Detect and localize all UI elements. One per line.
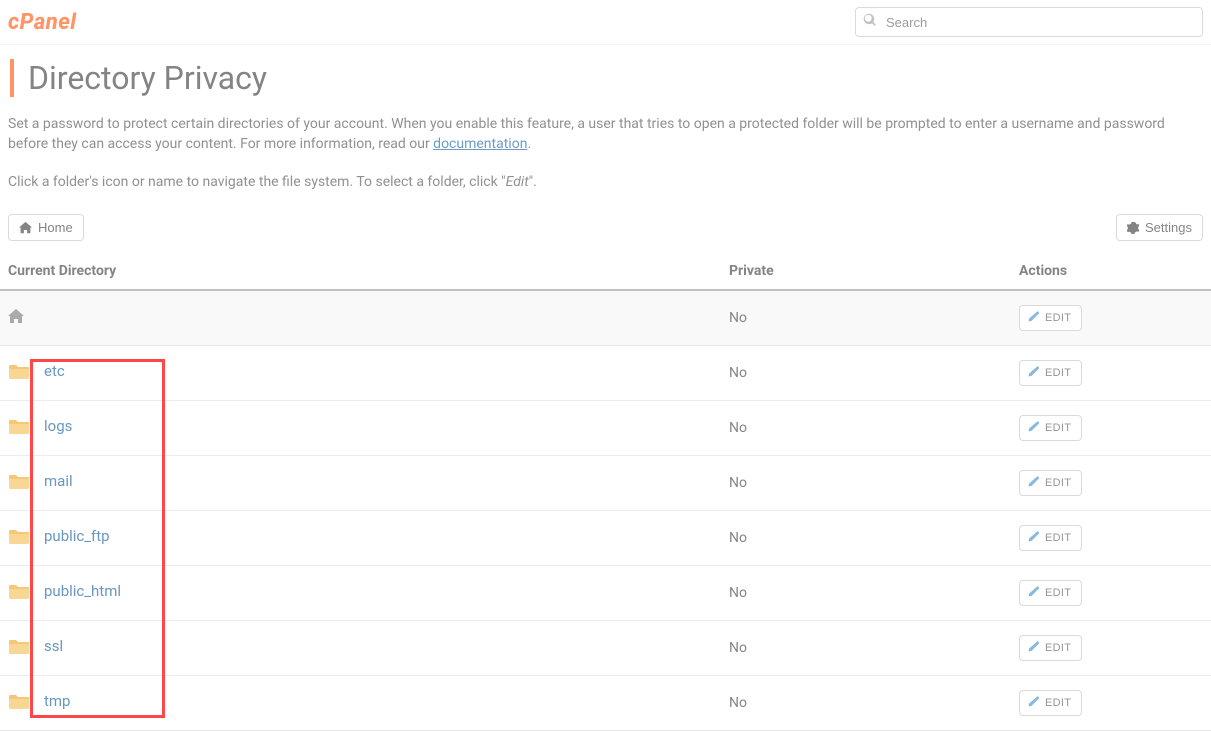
home-icon xyxy=(19,221,32,234)
folder-icon xyxy=(8,582,30,600)
pencil-icon xyxy=(1028,476,1039,490)
folder-icon xyxy=(8,692,30,710)
page-title: Directory Privacy xyxy=(10,59,1203,97)
edit-button-label: EDIT xyxy=(1045,532,1071,544)
desc-text-edit: Edit xyxy=(506,174,529,190)
home-button-label: Home xyxy=(38,220,73,235)
documentation-link[interactable]: documentation xyxy=(433,136,527,152)
table-row: public_ftp No EDIT xyxy=(0,511,1211,566)
edit-button-label: EDIT xyxy=(1045,587,1071,599)
folder-link[interactable]: tmp xyxy=(44,692,70,710)
table-row: ssl No EDIT xyxy=(0,621,1211,676)
pencil-icon xyxy=(1028,696,1039,710)
edit-button-label: EDIT xyxy=(1045,642,1071,654)
pencil-icon xyxy=(1028,311,1039,325)
settings-button-label: Settings xyxy=(1145,220,1192,235)
folder-icon xyxy=(8,362,30,380)
edit-button-label: EDIT xyxy=(1045,312,1071,324)
row-private: No xyxy=(721,566,1011,621)
table-row: etc No EDIT xyxy=(0,346,1211,401)
folder-link[interactable]: logs xyxy=(44,417,72,435)
table-row: tmp No EDIT xyxy=(0,676,1211,731)
col-header-private: Private xyxy=(721,253,1011,290)
page-title-wrap: Directory Privacy xyxy=(0,45,1211,107)
folder-cell[interactable]: mail xyxy=(8,472,73,490)
edit-button[interactable]: EDIT xyxy=(1019,580,1082,606)
folder-cell[interactable]: ssl xyxy=(8,637,63,655)
home-icon[interactable] xyxy=(8,312,24,328)
edit-button[interactable]: EDIT xyxy=(1019,525,1082,551)
table-row: public_html No EDIT xyxy=(0,566,1211,621)
settings-button[interactable]: Settings xyxy=(1116,214,1203,241)
table-row-home: No EDIT xyxy=(0,290,1211,346)
pencil-icon xyxy=(1028,421,1039,435)
row-private: No xyxy=(721,511,1011,566)
pencil-icon xyxy=(1028,586,1039,600)
edit-button-label: EDIT xyxy=(1045,422,1071,434)
edit-button[interactable]: EDIT xyxy=(1019,360,1082,386)
folder-icon xyxy=(8,637,30,655)
brand-text: cPanel xyxy=(8,10,77,35)
search-input[interactable] xyxy=(855,7,1203,37)
page-description: Set a password to protect certain direct… xyxy=(0,107,1211,192)
folder-link[interactable]: public_ftp xyxy=(44,527,110,545)
desc-text-2a: Click a folder's icon or name to navigat… xyxy=(8,174,506,190)
row-private: No xyxy=(721,621,1011,676)
table-row: logs No EDIT xyxy=(0,401,1211,456)
home-button[interactable]: Home xyxy=(8,214,84,241)
edit-button[interactable]: EDIT xyxy=(1019,305,1082,331)
pencil-icon xyxy=(1028,366,1039,380)
edit-button[interactable]: EDIT xyxy=(1019,470,1082,496)
pencil-icon xyxy=(1028,531,1039,545)
folder-cell[interactable]: tmp xyxy=(8,692,70,710)
table-row: mail No EDIT xyxy=(0,456,1211,511)
row-private: No xyxy=(721,676,1011,731)
row-private: No xyxy=(721,456,1011,511)
directory-table: Current Directory Private Actions No EDI… xyxy=(0,253,1211,731)
table-header-row: Current Directory Private Actions xyxy=(0,253,1211,290)
desc-text-2b: ". xyxy=(529,174,537,190)
row-private: No xyxy=(721,346,1011,401)
home-row-private: No xyxy=(721,290,1011,346)
edit-button-label: EDIT xyxy=(1045,367,1071,379)
top-bar: cPanel xyxy=(0,0,1211,45)
folder-icon xyxy=(8,527,30,545)
row-private: No xyxy=(721,401,1011,456)
folder-icon xyxy=(8,472,30,490)
gear-icon xyxy=(1127,222,1139,234)
edit-button[interactable]: EDIT xyxy=(1019,415,1082,441)
folder-cell[interactable]: public_ftp xyxy=(8,527,110,545)
desc-text-1a: Set a password to protect certain direct… xyxy=(8,116,1165,152)
folder-link[interactable]: etc xyxy=(44,362,65,380)
col-header-actions: Actions xyxy=(1011,253,1211,290)
folder-cell[interactable]: logs xyxy=(8,417,72,435)
folder-link[interactable]: public_html xyxy=(44,582,121,600)
col-header-directory: Current Directory xyxy=(0,253,721,290)
edit-button[interactable]: EDIT xyxy=(1019,690,1082,716)
edit-button[interactable]: EDIT xyxy=(1019,635,1082,661)
search-wrap xyxy=(855,7,1203,37)
edit-button-label: EDIT xyxy=(1045,697,1071,709)
folder-cell[interactable]: public_html xyxy=(8,582,121,600)
folder-link[interactable]: mail xyxy=(44,472,73,490)
toolbar: Home Settings xyxy=(0,192,1211,249)
folder-cell[interactable]: etc xyxy=(8,362,65,380)
desc-text-1b: . xyxy=(527,136,531,152)
folder-icon xyxy=(8,417,30,435)
pencil-icon xyxy=(1028,641,1039,655)
brand-logo[interactable]: cPanel xyxy=(8,10,77,35)
edit-button-label: EDIT xyxy=(1045,477,1071,489)
folder-link[interactable]: ssl xyxy=(44,637,63,655)
